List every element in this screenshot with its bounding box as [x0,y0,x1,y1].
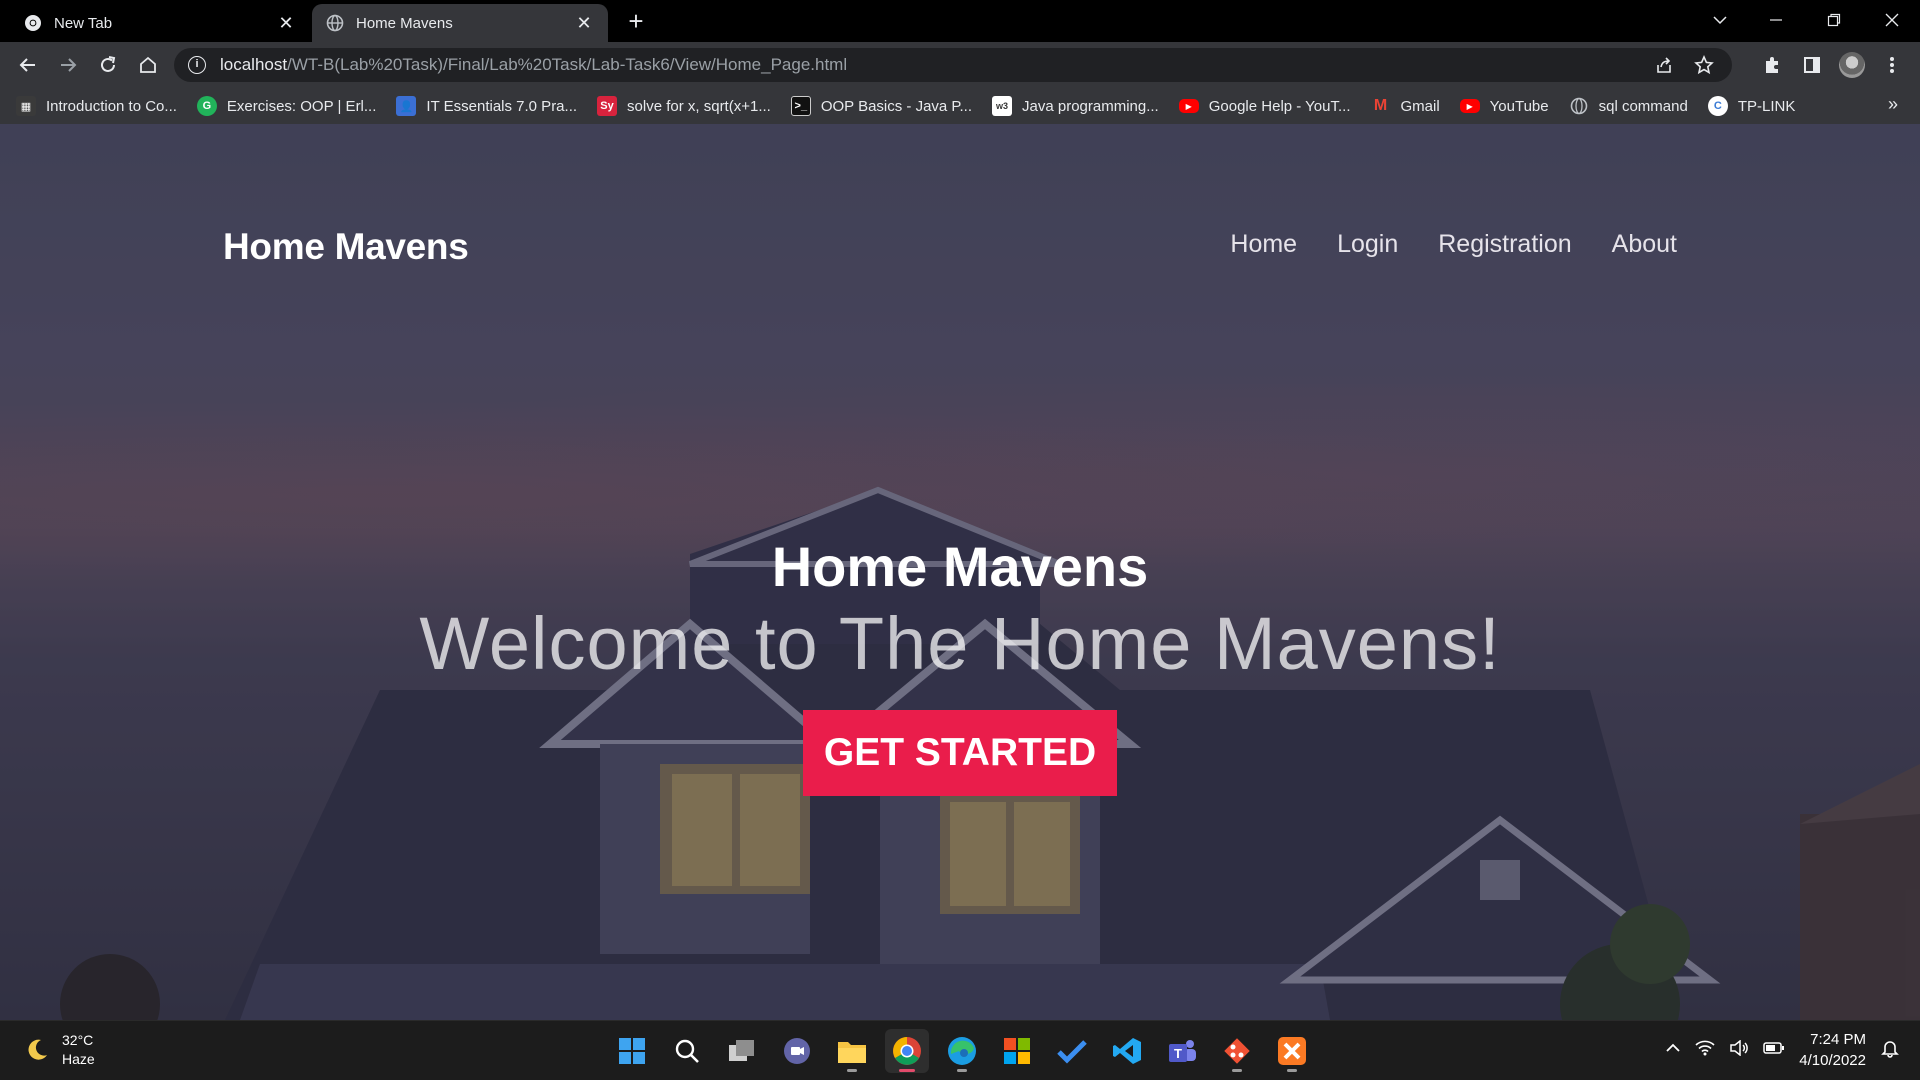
weather-temperature: 32°C [62,1032,94,1048]
system-tray: 7:24 PM 4/10/2022 [1665,1029,1900,1071]
bookmark-icon: ▦ [16,96,36,116]
close-tab-icon[interactable]: ✕ [276,13,296,33]
chrome-taskbar-icon[interactable] [885,1029,929,1073]
bookmark-exercises-oop[interactable]: G Exercises: OOP | Erl... [196,96,376,116]
gmail-icon: M [1373,97,1388,114]
get-started-button[interactable]: GET STARTED [803,710,1117,796]
svg-text:T: T [1174,1046,1182,1061]
g-icon: G [196,96,217,116]
search-icon[interactable] [665,1029,709,1073]
vscode-icon[interactable] [1105,1029,1149,1073]
youtube-icon: ▶ [1178,99,1199,113]
page-viewport: Home Mavens Home Login Registration Abou… [0,124,1920,1020]
moon-icon [28,1039,47,1060]
nav-link-about[interactable]: About [1612,230,1677,259]
nav-link-home[interactable]: Home [1230,230,1297,259]
close-tab-icon[interactable]: ✕ [574,13,594,33]
hero-title: Home Mavens [771,535,1149,598]
chrome-icon [24,14,42,32]
taskbar-apps: T [610,1029,1314,1073]
xampp-icon[interactable] [1270,1029,1314,1073]
terminal-icon: >_ [790,96,811,116]
url-text: localhost/WT-B(Lab%20Task)/Final/Lab%20T… [220,55,848,74]
bookmark-youtube[interactable]: ▶ YouTube [1459,98,1549,115]
w3-icon: w3 [992,96,1012,116]
globe-icon [326,14,344,32]
task-view-icon[interactable] [720,1029,764,1073]
edge-icon[interactable] [940,1029,984,1073]
notification-bell-icon[interactable] [1880,1038,1900,1063]
restore-button[interactable] [1806,0,1862,40]
youtube-icon: ▶ [1459,99,1480,113]
site-logo[interactable]: Home Mavens [223,226,469,268]
tab-new-tab[interactable]: New Tab ✕ [10,4,310,42]
system-clock[interactable]: 7:24 PM 4/10/2022 [1799,1029,1866,1071]
start-windows-icon[interactable] [610,1029,654,1073]
tab-home-mavens[interactable]: Home Mavens ✕ [312,4,608,42]
chevron-up-icon[interactable] [1665,1041,1681,1059]
tab-strip: New Tab ✕ Home Mavens ✕ + [0,0,1920,42]
tab-title: Home Mavens [356,14,453,32]
tab-title: New Tab [54,14,113,32]
volume-icon[interactable] [1729,1038,1749,1061]
new-tab-button[interactable]: + [622,8,650,36]
close-window-button[interactable] [1864,0,1920,40]
bookmark-sql-command[interactable]: sql command [1569,96,1688,116]
menu-kebab-icon[interactable] [1876,49,1908,81]
teams-icon[interactable]: T [1160,1029,1204,1073]
site-info-icon[interactable]: i [188,56,206,74]
back-arrow-icon[interactable] [12,49,44,81]
globe-icon [1569,96,1589,116]
clock-time: 7:24 PM [1810,1031,1866,1048]
minimize-button[interactable] [1748,0,1804,40]
weather-widget[interactable]: 32°C Haze [24,1031,95,1069]
classroom-icon: 👤 [396,96,417,116]
bookmark-gmail[interactable]: M Gmail [1371,96,1440,116]
profile-avatar[interactable] [1836,49,1868,81]
nav-link-login[interactable]: Login [1337,230,1398,259]
battery-icon[interactable] [1763,1041,1785,1060]
file-explorer-icon[interactable] [830,1029,874,1073]
tplink-icon: C [1707,96,1728,116]
microsoft-store-icon[interactable] [995,1029,1039,1073]
bookmark-it-essentials[interactable]: 👤 IT Essentials 7.0 Pra... [396,96,577,116]
clock-date: 4/10/2022 [1799,1052,1866,1069]
bookmark-star-icon[interactable] [1694,55,1714,75]
reload-icon[interactable] [92,49,124,81]
bookmark-java-programming[interactable]: w3 Java programming... [992,96,1159,116]
extensions-puzzle-icon[interactable] [1756,49,1788,81]
chat-icon[interactable] [775,1029,819,1073]
share-icon[interactable] [1654,55,1674,75]
nav-link-registration[interactable]: Registration [1438,230,1571,259]
bookmark-tp-link[interactable]: C TP-LINK [1707,96,1795,116]
hero-section: Home Mavens Welcome to The Home Mavens! … [0,534,1920,796]
site-nav: Home Login Registration About [1230,230,1677,259]
side-panel-icon[interactable] [1796,49,1828,81]
browser-toolbar: i localhost/WT-B(Lab%20Task)/Final/Lab%2… [0,42,1920,88]
weather-condition: Haze [62,1051,95,1067]
bookmark-oop-basics[interactable]: >_ OOP Basics - Java P... [790,96,972,116]
bookmarks-bar: ▦ Introduction to Co... G Exercises: OOP |… [0,88,1920,124]
hero-subtitle: Welcome to The Home Mavens! [419,602,1501,685]
bookmark-introduction[interactable]: ▦ Introduction to Co... [16,96,177,116]
tab-search-icon[interactable] [1692,0,1748,40]
home-icon[interactable] [132,49,164,81]
wifi-icon[interactable] [1695,1040,1715,1061]
bookmark-symbolab[interactable]: Sy solve for x, sqrt(x+1... [597,96,771,116]
todo-icon[interactable] [1050,1029,1094,1073]
bookmark-google-help[interactable]: ▶ Google Help - YouT... [1178,98,1351,115]
forward-arrow-icon[interactable] [52,49,84,81]
more-bookmarks-icon[interactable]: » [1888,94,1898,115]
symbolab-icon: Sy [597,96,618,116]
address-bar[interactable]: i localhost/WT-B(Lab%20Task)/Final/Lab%2… [174,48,1732,82]
windows-taskbar: 32°C Haze T 7:24 PM 4/10/2022 [0,1020,1920,1080]
git-icon[interactable] [1215,1029,1259,1073]
